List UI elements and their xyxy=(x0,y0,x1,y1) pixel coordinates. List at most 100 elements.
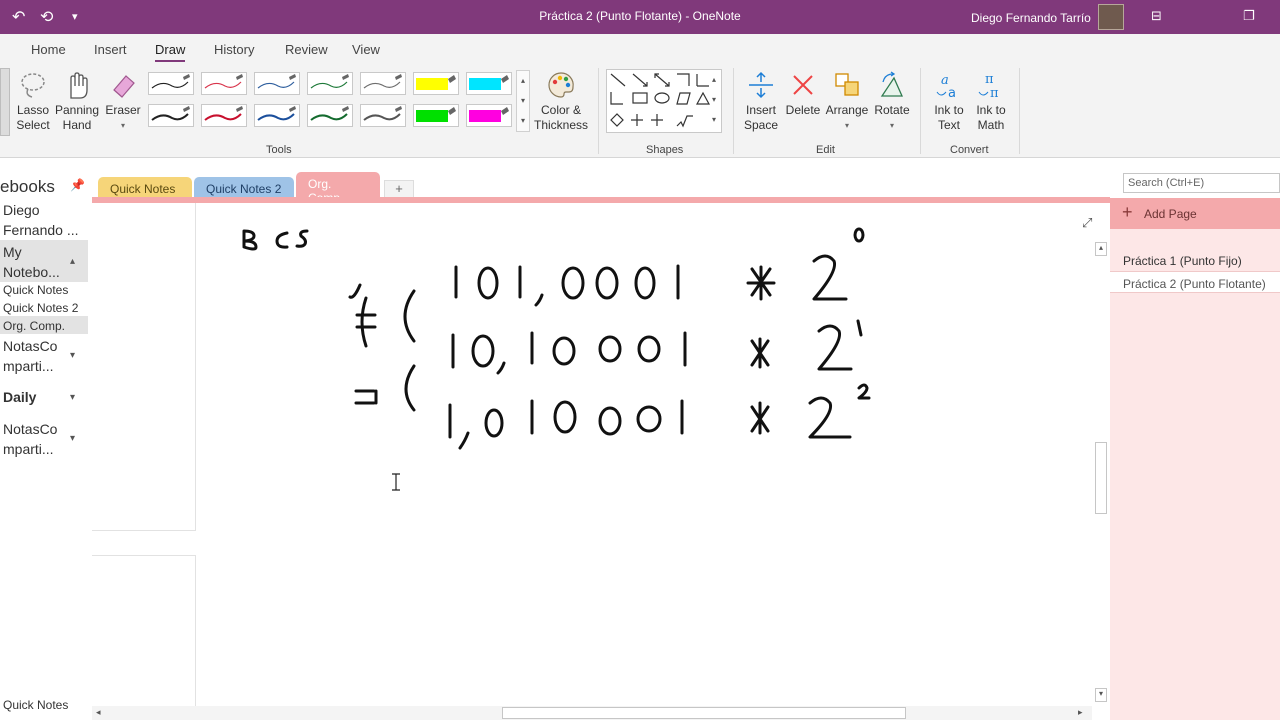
separator xyxy=(920,68,921,154)
pen-swatch[interactable] xyxy=(360,72,406,95)
handwritten-ink-drawing[interactable] xyxy=(92,203,1092,708)
pen-swatch[interactable] xyxy=(360,104,406,127)
notebooks-header: ebooks xyxy=(0,177,55,196)
pin-icon[interactable]: 📌 xyxy=(70,178,85,192)
pen-gallery-scroll[interactable]: ▴ ▾ ▾ xyxy=(516,70,530,132)
panning-hand-label: Panning Hand xyxy=(54,103,100,132)
svg-text:π: π xyxy=(990,86,999,100)
convert-group-label: Convert xyxy=(950,144,989,156)
horizontal-scrollbar[interactable]: ◂ ▸ xyxy=(92,706,1092,720)
lasso-select-button[interactable]: Lasso Select xyxy=(14,70,52,133)
notebook-navigation: ebooks 📌 Diego Fernando ... My Notebo...… xyxy=(0,168,92,720)
ink-to-text-button[interactable]: aa Ink to Text xyxy=(928,70,970,133)
insert-space-button[interactable]: Insert Space xyxy=(740,70,782,133)
add-section-button[interactable]: + xyxy=(384,180,414,198)
tab-view[interactable]: View xyxy=(352,42,380,57)
title-bar: ↶ ⟲ ▾ Práctica 2 (Punto Flotante) - OneN… xyxy=(0,0,1280,34)
pen-swatch[interactable] xyxy=(201,72,247,95)
text-cursor-icon xyxy=(392,473,400,491)
expand-icon[interactable]: ▾ xyxy=(70,392,75,403)
palette-icon xyxy=(548,72,574,98)
pen-swatch[interactable] xyxy=(254,72,300,95)
rotate-icon xyxy=(880,71,904,97)
scroll-down-icon[interactable]: ▾ xyxy=(1095,688,1107,702)
arrange-label: Arrange xyxy=(825,103,869,117)
add-page-label: Add Page xyxy=(1144,207,1197,221)
eraser-icon xyxy=(113,75,135,98)
nav-section-org-comp[interactable]: Org. Comp. xyxy=(3,316,65,336)
nav-section-quick-notes[interactable]: Quick Notes xyxy=(3,280,68,300)
nav-section-quick-notes-2[interactable]: Quick Notes 2 xyxy=(3,298,78,318)
panning-hand-button[interactable]: Panning Hand xyxy=(54,70,100,133)
pen-swatch[interactable] xyxy=(201,104,247,127)
eraser-button[interactable]: Eraser ▾ xyxy=(104,70,142,133)
expand-icon[interactable]: ▾ xyxy=(70,350,75,361)
nav-footer-quick-notes[interactable]: Quick Notes xyxy=(3,695,68,715)
delete-icon xyxy=(793,75,813,95)
ink-to-math-icon: ππ xyxy=(978,72,999,100)
pen-swatch[interactable] xyxy=(148,104,194,127)
highlighter-swatch[interactable] xyxy=(466,104,512,127)
notebook-my-notebook[interactable]: My Notebo... xyxy=(3,242,65,282)
rotate-button[interactable]: Rotate ▾ xyxy=(872,70,912,133)
page-canvas[interactable]: ⤢ xyxy=(92,203,1110,708)
separator xyxy=(598,68,599,154)
tab-review[interactable]: Review xyxy=(285,42,328,57)
arrange-button[interactable]: Arrange ▾ xyxy=(824,70,870,133)
insert-space-icon xyxy=(749,71,773,99)
tab-draw[interactable]: Draw xyxy=(155,42,186,63)
add-page-button[interactable]: + Add Page xyxy=(1110,198,1280,229)
shapes-gallery[interactable] xyxy=(606,69,722,133)
color-thickness-label: Color & Thickness xyxy=(533,103,589,132)
svg-text:π: π xyxy=(985,72,994,87)
plus-icon: + xyxy=(1122,202,1133,222)
ink-to-text-icon: aa xyxy=(936,73,956,100)
pen-swatch[interactable] xyxy=(307,72,353,95)
arrange-icon xyxy=(835,73,859,96)
tools-group-label: Tools xyxy=(266,144,292,156)
highlighter-swatch[interactable] xyxy=(413,104,459,127)
shapes-gallery-scroll[interactable]: ▴ ▾ ▾ xyxy=(707,70,721,132)
expand-icon[interactable]: ▾ xyxy=(70,433,75,444)
scroll-thumb[interactable] xyxy=(502,707,906,719)
arrange-dropdown-icon[interactable]: ▾ xyxy=(824,118,870,133)
user-name[interactable]: Diego Fernando Tarrío xyxy=(971,11,1091,25)
pen-swatch[interactable] xyxy=(148,72,194,95)
delete-button[interactable]: Delete xyxy=(784,70,822,118)
search-input[interactable]: Search (Ctrl+E) xyxy=(1123,173,1280,193)
eraser-dropdown-icon[interactable]: ▾ xyxy=(104,118,142,133)
scroll-left-icon[interactable]: ◂ xyxy=(96,707,101,718)
vertical-scrollbar[interactable]: ▴ ▾ xyxy=(1094,242,1108,704)
hand-icon xyxy=(70,72,88,99)
color-thickness-button[interactable]: Color & Thickness xyxy=(532,70,590,133)
scroll-thumb[interactable] xyxy=(1095,442,1107,514)
restore-window-icon[interactable]: ❐ xyxy=(1243,8,1255,24)
edit-group-label: Edit xyxy=(816,144,835,156)
ink-to-math-button[interactable]: ππ Ink to Math xyxy=(970,70,1012,133)
tab-insert[interactable]: Insert xyxy=(94,42,127,57)
notebook-notascompartidas-1[interactable]: NotasCo mparti... xyxy=(3,336,65,376)
collapse-icon[interactable]: ▴ xyxy=(70,256,75,267)
pen-swatch[interactable] xyxy=(307,104,353,127)
page-item-selected[interactable]: Práctica 2 (Punto Flotante) xyxy=(1110,271,1280,293)
insert-space-label: Insert Space xyxy=(743,103,779,132)
ribbon-display-options-icon[interactable]: ⊟ xyxy=(1151,8,1162,24)
scroll-up-icon[interactable]: ▴ xyxy=(1095,242,1107,256)
rotate-dropdown-icon[interactable]: ▾ xyxy=(872,118,912,133)
scroll-right-icon[interactable]: ▸ xyxy=(1078,707,1083,718)
tab-home[interactable]: Home xyxy=(31,42,66,57)
lasso-select-label: Lasso Select xyxy=(16,103,50,132)
notebook-owner[interactable]: Diego Fernando ... xyxy=(3,200,89,240)
avatar[interactable] xyxy=(1098,4,1124,30)
separator xyxy=(733,68,734,154)
highlighter-swatch[interactable] xyxy=(413,72,459,95)
type-button-partial[interactable] xyxy=(0,68,10,136)
separator xyxy=(1019,68,1020,154)
pen-swatch[interactable] xyxy=(254,104,300,127)
page-item[interactable]: Práctica 1 (Punto Fijo) xyxy=(1110,249,1280,271)
notebook-notascompartidas-2[interactable]: NotasCo mparti... xyxy=(3,419,65,459)
notebook-daily[interactable]: Daily xyxy=(3,387,36,407)
tab-history[interactable]: History xyxy=(214,42,254,57)
delete-label: Delete xyxy=(785,103,821,117)
highlighter-swatch[interactable] xyxy=(466,72,512,95)
